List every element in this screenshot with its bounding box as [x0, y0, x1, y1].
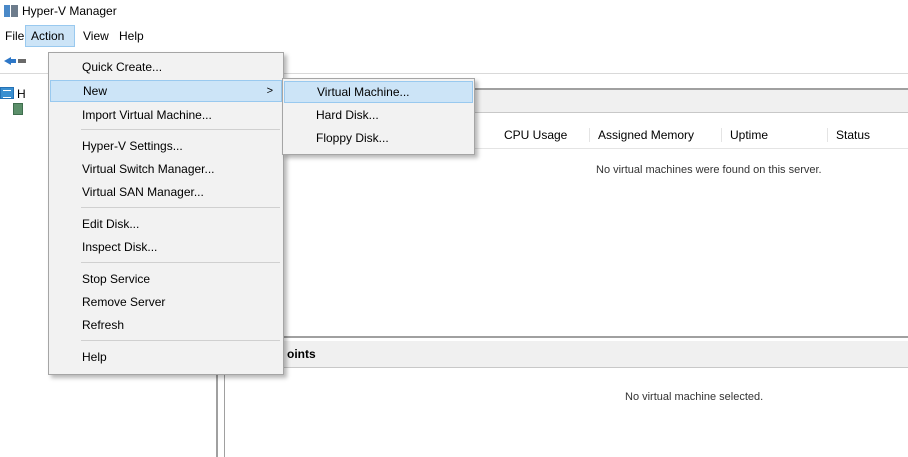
submenu-arrow-icon: >: [266, 85, 273, 97]
menu-item-help[interactable]: Help: [50, 346, 282, 368]
menu-action[interactable]: Action: [25, 25, 75, 47]
title-bar: Hyper-V Manager: [0, 0, 908, 24]
action-menu: Quick Create... New > Import Virtual Mac…: [48, 52, 284, 375]
checkpoints-empty-message: No virtual machine selected.: [625, 391, 764, 403]
menu-item-edit-disk[interactable]: Edit Disk...: [50, 213, 282, 235]
hyperv-manager-tree-icon[interactable]: [0, 87, 14, 99]
column-cpu-usage[interactable]: CPU Usage: [504, 128, 567, 142]
back-arrow-icon[interactable]: [4, 57, 16, 65]
menu-item-hyperv-settings[interactable]: Hyper-V Settings...: [50, 135, 282, 157]
menu-item-inspect-disk[interactable]: Inspect Disk...: [50, 236, 282, 258]
menu-item-quick-create[interactable]: Quick Create...: [50, 56, 282, 78]
menu-item-refresh[interactable]: Refresh: [50, 314, 282, 336]
column-assigned-memory[interactable]: Assigned Memory: [589, 128, 694, 142]
column-uptime[interactable]: Uptime: [721, 128, 768, 142]
menu-item-remove-server[interactable]: Remove Server: [50, 291, 282, 313]
menu-item-stop-service[interactable]: Stop Service: [50, 268, 282, 290]
server-node-icon[interactable]: [13, 103, 23, 115]
menu-item-virtual-switch-manager[interactable]: Virtual Switch Manager...: [50, 158, 282, 180]
menu-separator: [81, 340, 280, 341]
hyperv-app-icon: [4, 5, 18, 17]
menu-bar: File Action View Help: [0, 25, 908, 47]
tree-root-label[interactable]: H: [17, 87, 26, 101]
checkpoints-divider: [225, 336, 908, 338]
menu-item-import-vm[interactable]: Import Virtual Machine...: [50, 104, 282, 126]
menu-item-new-label: New: [83, 84, 108, 98]
menu-item-new[interactable]: New >: [50, 80, 282, 102]
submenu-item-virtual-machine[interactable]: Virtual Machine...: [284, 81, 473, 103]
checkpoints-title: oints: [287, 347, 316, 361]
checkpoints-header: oints: [225, 341, 908, 368]
new-submenu: Virtual Machine... Hard Disk... Floppy D…: [282, 78, 475, 155]
window-title: Hyper-V Manager: [22, 4, 117, 18]
menu-separator: [81, 207, 280, 208]
menu-help[interactable]: Help: [114, 25, 149, 47]
menu-item-virtual-san-manager[interactable]: Virtual SAN Manager...: [50, 181, 282, 203]
menu-view[interactable]: View: [78, 25, 114, 47]
vm-list-empty-message: No virtual machines were found on this s…: [596, 164, 822, 176]
forward-arrow-icon[interactable]: [18, 59, 26, 63]
column-status[interactable]: Status: [827, 128, 870, 142]
menu-separator: [81, 129, 280, 130]
menu-separator: [81, 262, 280, 263]
submenu-item-floppy-disk[interactable]: Floppy Disk...: [284, 127, 473, 149]
submenu-item-hard-disk[interactable]: Hard Disk...: [284, 104, 473, 126]
